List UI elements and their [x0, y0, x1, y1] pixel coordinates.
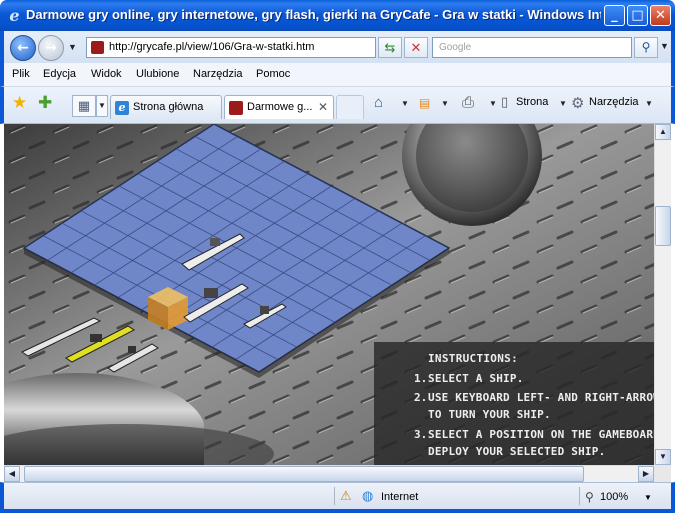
menu-widok[interactable]: Widok — [91, 68, 122, 80]
tab-label: Strona główna — [133, 101, 204, 113]
step-2-line-2: TO TURN YOUR SHIP. — [428, 408, 551, 421]
minimize-button[interactable]: _ — [604, 5, 625, 26]
tools-dropdown-icon[interactable]: ▼ — [645, 99, 653, 108]
menu-bar: Plik Edycja Widok Ulubione Narzędzia Pom… — [0, 63, 675, 87]
tools-gear-icon[interactable]: ⚙ — [571, 94, 584, 112]
feeds-icon[interactable]: ▤ — [419, 96, 430, 110]
zoom-level[interactable]: 100% — [600, 491, 628, 503]
window-title: Darmowe gry online, gry internetowe, gry… — [26, 7, 601, 22]
add-favorite-icon[interactable]: ✚ — [38, 93, 52, 113]
menu-ulubione[interactable]: Ulubione — [136, 68, 179, 80]
step-3-line-1: SELECT A POSITION ON THE GAMEBOARD TO — [428, 428, 654, 441]
scroll-right-button[interactable]: ▶ — [638, 466, 654, 482]
forward-button[interactable]: → — [38, 35, 64, 61]
status-separator — [579, 487, 580, 505]
title-bar[interactable]: e Darmowe gry online, gry internetowe, g… — [0, 0, 675, 31]
tools-menu-button[interactable]: Narzędzia — [589, 96, 639, 108]
maximize-button[interactable]: □ — [627, 5, 648, 26]
internet-zone-globe-icon: ◍ — [362, 488, 374, 503]
protected-mode-icon[interactable]: ⚠ — [340, 488, 352, 504]
home-dropdown-icon[interactable]: ▼ — [401, 99, 409, 108]
print-dropdown-icon[interactable]: ▼ — [489, 99, 497, 108]
address-input[interactable]: http://grycafe.pl/view/106/Gra-w-statki.… — [86, 37, 452, 58]
address-toolbar: ← → ▼ http://grycafe.pl/view/106/Gra-w-s… — [0, 31, 675, 63]
security-zone-label: Internet — [381, 491, 419, 503]
step-number: 3. — [414, 428, 428, 441]
menu-pomoc[interactable]: Pomoc — [256, 68, 290, 80]
search-placeholder: Google — [439, 42, 472, 53]
horizontal-scrollbar[interactable]: ◀ ▶ — [4, 465, 654, 482]
search-options-dropdown-icon[interactable]: ▼ — [660, 41, 669, 51]
ie-logo-icon: e — [9, 6, 20, 25]
status-separator — [334, 487, 335, 505]
site-favicon-icon — [229, 101, 243, 115]
back-button[interactable]: ← — [10, 35, 36, 61]
horizontal-scroll-thumb[interactable] — [24, 466, 584, 482]
search-input[interactable]: Google — [432, 37, 632, 58]
menu-plik[interactable]: Plik — [12, 68, 30, 80]
new-tab-button[interactable] — [336, 95, 364, 119]
site-favicon-icon — [91, 41, 104, 54]
tab-command-bar: ★ ✚ ▦ ▼ e Strona główna Darmowe g... ✕ ⌂… — [0, 87, 675, 124]
menu-narzedzia[interactable]: Narzędzia — [193, 68, 243, 80]
favorites-star-icon[interactable]: ★ — [12, 93, 27, 113]
game-content[interactable]: INSTRUCTIONS: 1. SELECT A SHIP. 2. USE K… — [4, 124, 654, 465]
status-bar: ⚠ ◍ Internet ⚲ 100% ▼ — [0, 482, 675, 513]
tab-strona-glowna[interactable]: e Strona główna — [110, 95, 222, 119]
feeds-dropdown-icon[interactable]: ▼ — [441, 99, 449, 108]
zoom-dropdown-icon[interactable]: ▼ — [644, 493, 652, 502]
vertical-scroll-thumb[interactable] — [655, 206, 671, 246]
instructions-panel: INSTRUCTIONS: 1. SELECT A SHIP. 2. USE K… — [374, 342, 654, 465]
page-menu-button[interactable]: Strona — [516, 96, 548, 108]
scroll-down-button[interactable]: ▼ — [655, 449, 671, 465]
page-icon[interactable]: ▯ — [501, 94, 508, 110]
refresh-button[interactable]: ⇆ — [378, 37, 402, 58]
menu-edycja[interactable]: Edycja — [43, 68, 76, 80]
vertical-scrollbar[interactable]: ▲ ▼ — [654, 124, 671, 465]
search-icon[interactable]: ⚲ — [634, 37, 658, 58]
address-url[interactable]: http://grycafe.pl/view/106/Gra-w-statki.… — [109, 41, 314, 53]
scroll-left-button[interactable]: ◀ — [4, 466, 20, 482]
scroll-corner — [654, 465, 671, 482]
quick-tabs-icon[interactable]: ▦ — [72, 95, 96, 117]
step-2-line-1: USE KEYBOARD LEFT- AND RIGHT-ARROW KEYS — [428, 391, 654, 404]
step-1-line: SELECT A SHIP. — [428, 372, 524, 385]
instructions-title: INSTRUCTIONS: — [428, 352, 518, 365]
step-3-line-2: DEPLOY YOUR SELECTED SHIP. — [428, 445, 606, 458]
home-icon[interactable]: ⌂ — [374, 94, 383, 111]
tab-list-dropdown-icon[interactable]: ▼ — [96, 95, 108, 117]
step-number: 2. — [414, 391, 428, 404]
recent-pages-dropdown-icon[interactable]: ▼ — [68, 42, 77, 52]
close-tab-icon[interactable]: ✕ — [318, 100, 328, 114]
print-icon[interactable]: ⎙ — [462, 94, 474, 111]
ie-page-icon: e — [115, 101, 129, 115]
zoom-icon[interactable]: ⚲ — [585, 490, 594, 504]
close-button[interactable]: ✕ — [650, 5, 671, 26]
step-number: 1. — [414, 372, 428, 385]
scroll-up-button[interactable]: ▲ — [655, 124, 671, 140]
stop-button[interactable]: ✕ — [404, 37, 428, 58]
tab-darmowe-gry[interactable]: Darmowe g... ✕ — [224, 95, 334, 119]
page-dropdown-icon[interactable]: ▼ — [559, 99, 567, 108]
tab-label: Darmowe g... — [247, 101, 313, 113]
